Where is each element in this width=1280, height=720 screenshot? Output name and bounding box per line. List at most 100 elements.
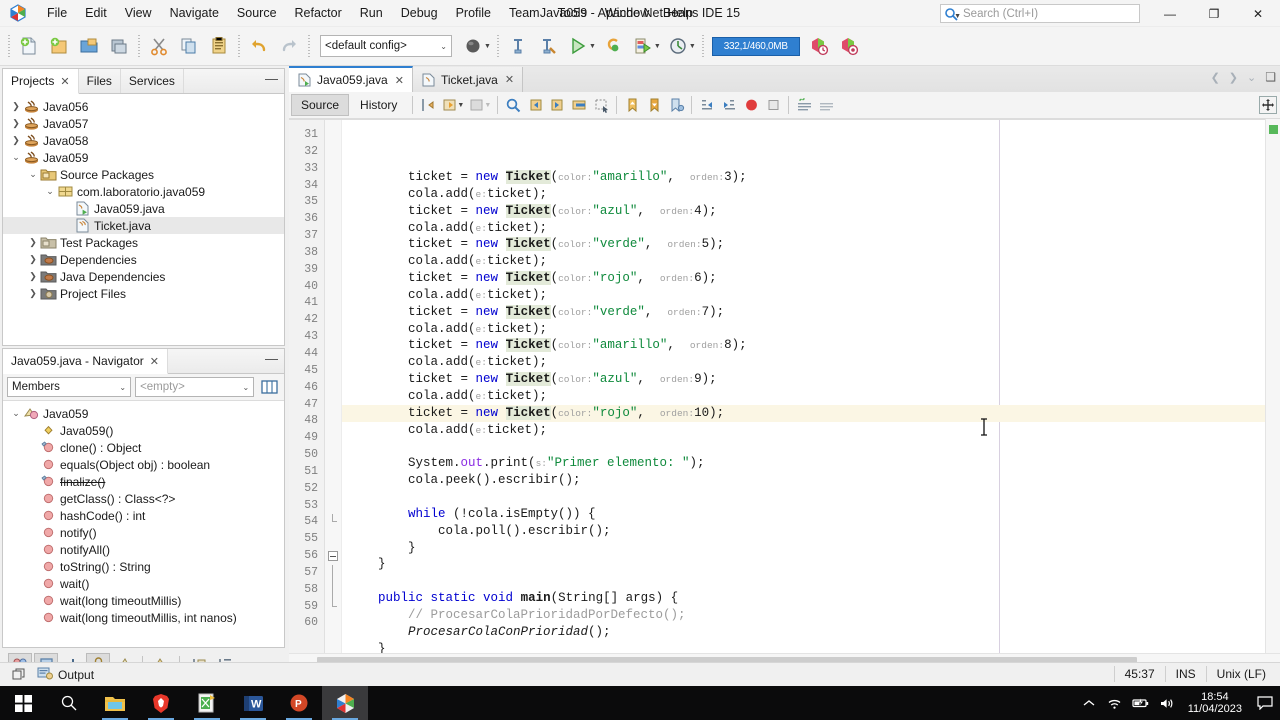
tree-item-project-files[interactable]: ❯ Project Files bbox=[3, 285, 284, 302]
code-line[interactable] bbox=[342, 489, 1280, 506]
document-tab-ticket[interactable]: Ticket.java ✕ bbox=[412, 67, 524, 92]
line-number[interactable]: 46 bbox=[289, 380, 324, 397]
code-line[interactable]: ticket = new Ticket(color:"amarillo", or… bbox=[342, 169, 1280, 186]
paste-button[interactable] bbox=[204, 31, 234, 61]
code-line[interactable]: cola.add(e:ticket); bbox=[342, 220, 1280, 237]
comment-button[interactable] bbox=[793, 94, 815, 116]
code-line[interactable]: // ProcesarColaPrioridadPorDefecto(); bbox=[342, 607, 1280, 624]
chevron-down-icon[interactable]: ⌄ bbox=[9, 408, 23, 419]
project-config-dropdown[interactable]: <default config> ⌄ bbox=[320, 35, 452, 57]
wifi-icon[interactable] bbox=[1102, 686, 1128, 720]
menu-item-run[interactable]: Run bbox=[351, 2, 392, 24]
tree-item-java059-java[interactable]: Java059.java bbox=[3, 200, 284, 217]
memory-usage-gauge[interactable]: 332,1/460,0MB bbox=[711, 36, 800, 56]
toggle-rectangular-selection-button[interactable] bbox=[590, 94, 612, 116]
tree-item-java059[interactable]: ⌄ Java059 bbox=[3, 149, 284, 166]
menu-item-refactor[interactable]: Refactor bbox=[286, 2, 351, 24]
tree-item-finalize[interactable]: finalize() bbox=[3, 473, 284, 490]
chevron-down-icon[interactable]: ⌄ bbox=[26, 169, 40, 180]
start-button[interactable] bbox=[0, 686, 46, 720]
excel-app-button[interactable] bbox=[184, 686, 230, 720]
tab-projects[interactable]: Projects ✕ bbox=[3, 69, 79, 94]
code-line[interactable]: public static void main(String[] args) { bbox=[342, 590, 1280, 607]
last-edit-position-button[interactable] bbox=[417, 94, 439, 116]
line-number[interactable]: 34 bbox=[289, 178, 324, 195]
code-line[interactable]: cola.add(e:ticket); bbox=[342, 253, 1280, 270]
taskbar-search-button[interactable] bbox=[46, 686, 92, 720]
code-line[interactable]: cola.add(e:ticket); bbox=[342, 422, 1280, 439]
find-selection-button[interactable] bbox=[502, 94, 524, 116]
menu-item-source[interactable]: Source bbox=[228, 2, 286, 24]
code-line[interactable]: cola.add(e:ticket); bbox=[342, 321, 1280, 338]
tree-item-java056[interactable]: ❯ Java056 bbox=[3, 98, 284, 115]
navigator-panel-minimize-button[interactable]: — bbox=[265, 352, 278, 365]
powerpoint-app-button[interactable]: P bbox=[276, 686, 322, 720]
close-icon[interactable]: ✕ bbox=[150, 355, 159, 368]
profile-stop-button[interactable] bbox=[834, 31, 864, 61]
tree-item-hashcode-int[interactable]: hashCode() : int bbox=[3, 507, 284, 524]
next-bookmark-button[interactable] bbox=[643, 94, 665, 116]
start-macro-recording-button[interactable] bbox=[740, 94, 762, 116]
code-line[interactable]: ticket = new Ticket(color:"rojo", orden:… bbox=[342, 270, 1280, 287]
word-app-button[interactable]: W bbox=[230, 686, 276, 720]
line-number[interactable]: 39 bbox=[289, 262, 324, 279]
navigator-secondary-dropdown[interactable]: <empty> ⌄ bbox=[135, 377, 255, 397]
editor-expand-button[interactable] bbox=[1259, 96, 1277, 114]
new-file-button[interactable] bbox=[14, 31, 44, 61]
volume-icon[interactable] bbox=[1154, 686, 1180, 720]
tree-item-wait[interactable]: wait() bbox=[3, 575, 284, 592]
notification-center-icon[interactable] bbox=[1250, 686, 1280, 720]
tree-item-java058[interactable]: ❯ Java058 bbox=[3, 132, 284, 149]
line-number[interactable]: 31 bbox=[289, 127, 324, 144]
tree-item-equals-object-obj-boolean[interactable]: equals(Object obj) : boolean bbox=[3, 456, 284, 473]
chevron-right-icon[interactable]: ❯ bbox=[26, 288, 40, 299]
chevron-down-icon[interactable]: ⌄ bbox=[9, 152, 23, 163]
line-number[interactable]: 56 bbox=[289, 548, 324, 565]
line-number[interactable]: 54 bbox=[289, 514, 324, 531]
menu-item-team[interactable]: Team bbox=[500, 2, 549, 24]
menu-item-debug[interactable]: Debug bbox=[392, 2, 447, 24]
insert-mode-status[interactable]: INS bbox=[1164, 666, 1206, 682]
netbeans-app-button[interactable] bbox=[322, 686, 368, 720]
open-project-button[interactable] bbox=[74, 31, 104, 61]
clean-and-build-button[interactable] bbox=[533, 31, 563, 61]
code-line[interactable]: cola.poll().escribir(); bbox=[342, 523, 1280, 540]
menu-item-edit[interactable]: Edit bbox=[76, 2, 116, 24]
chevron-right-icon[interactable]: ❯ bbox=[9, 118, 23, 129]
set-browser-button[interactable] bbox=[458, 31, 488, 61]
line-number[interactable]: 60 bbox=[289, 615, 324, 632]
line-number[interactable]: 42 bbox=[289, 312, 324, 329]
error-stripe-ok-indicator[interactable] bbox=[1269, 125, 1278, 134]
shift-right-button[interactable] bbox=[718, 94, 740, 116]
close-icon[interactable]: ✕ bbox=[60, 75, 69, 88]
line-number[interactable]: 50 bbox=[289, 447, 324, 464]
tree-item-wait-long-timeoutmillis-int-nanos[interactable]: wait(long timeoutMillis, int nanos) bbox=[3, 609, 284, 626]
navigator-filters-button[interactable] bbox=[258, 377, 280, 397]
stop-macro-recording-button[interactable] bbox=[762, 94, 784, 116]
tab-list-chevron-icon[interactable]: ⌄ bbox=[1247, 71, 1256, 84]
search-input[interactable]: ▼ Search (Ctrl+I) bbox=[940, 4, 1140, 23]
cursor-position-status[interactable]: 45:37 bbox=[1113, 666, 1165, 682]
find-previous-button[interactable] bbox=[524, 94, 546, 116]
menu-item-navigate[interactable]: Navigate bbox=[161, 2, 228, 24]
line-number[interactable]: 47 bbox=[289, 397, 324, 414]
tree-item-java059[interactable]: Java059() bbox=[3, 422, 284, 439]
line-number[interactable]: 45 bbox=[289, 363, 324, 380]
tree-item-notifyall[interactable]: notifyAll() bbox=[3, 541, 284, 558]
close-icon[interactable]: ✕ bbox=[395, 74, 404, 87]
line-number[interactable]: 49 bbox=[289, 430, 324, 447]
tree-item-clone-object[interactable]: clone() : Object bbox=[3, 439, 284, 456]
line-number[interactable]: 59 bbox=[289, 599, 324, 616]
tree-item-ticket-java[interactable]: Ticket.java bbox=[3, 217, 284, 234]
line-number[interactable]: 48 bbox=[289, 413, 324, 430]
document-tab-java059[interactable]: Java059.java ✕ bbox=[289, 66, 413, 92]
tree-item-tostring-string[interactable]: toString() : String bbox=[3, 558, 284, 575]
window-minimize-button[interactable]: — bbox=[1148, 0, 1192, 27]
line-number[interactable]: 37 bbox=[289, 228, 324, 245]
team-commit-button[interactable] bbox=[663, 31, 693, 61]
taskbar-clock[interactable]: 18:54 11/04/2023 bbox=[1180, 691, 1250, 715]
code-line[interactable]: System.out.print(s:"Primer elemento: "); bbox=[342, 455, 1280, 472]
chevron-down-icon[interactable]: ⌄ bbox=[43, 186, 57, 197]
close-icon[interactable]: ✕ bbox=[505, 73, 514, 86]
shift-left-button[interactable] bbox=[696, 94, 718, 116]
